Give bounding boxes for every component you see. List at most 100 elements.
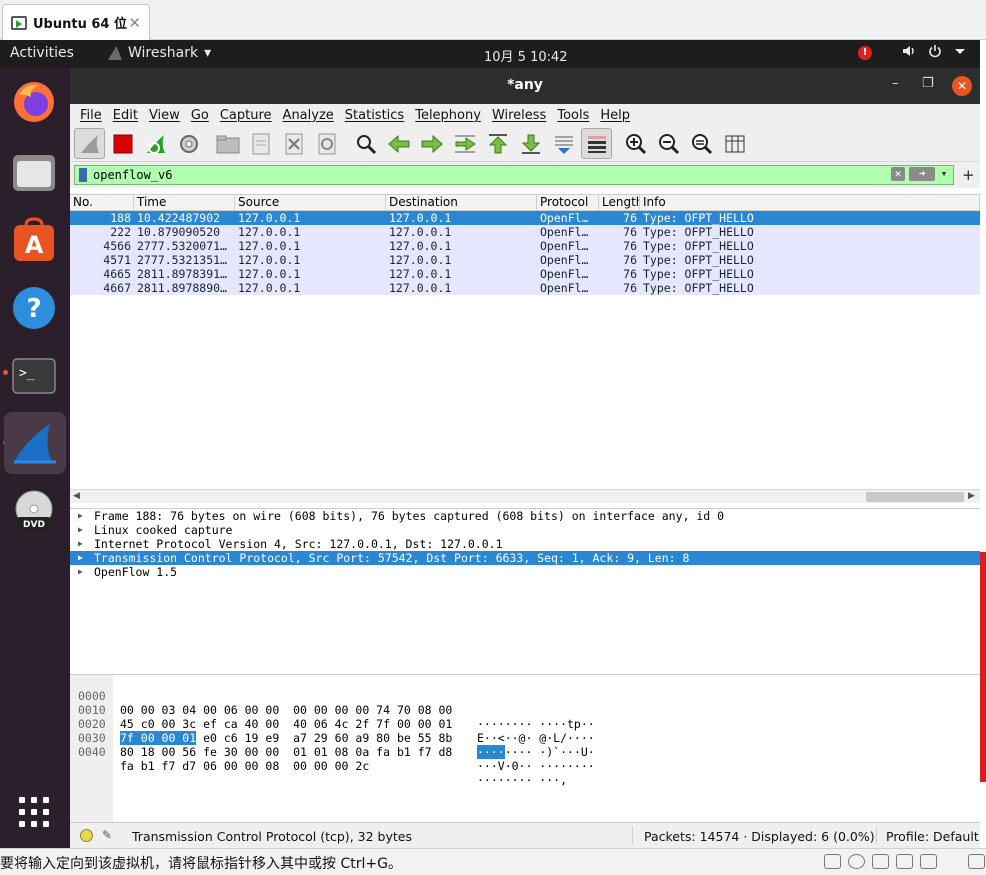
column-info[interactable]: Info [640, 195, 980, 210]
detail-linux-cooked[interactable]: ▶ Linux cooked capture [70, 523, 980, 537]
packet-row[interactable]: 4665 2811.8978391… 127.0.0.1 127.0.0.1 O… [70, 267, 980, 281]
expert-info-icon[interactable] [80, 829, 93, 842]
zoom-out-button[interactable] [653, 128, 684, 159]
help-icon[interactable]: ? [10, 284, 58, 332]
detail-tcp[interactable]: ▶ Transmission Control Protocol, Src Port… [70, 551, 980, 565]
scrollbar-thumb[interactable] [866, 492, 964, 502]
column-protocol[interactable]: Protocol [537, 195, 599, 210]
scroll-right-icon[interactable]: ▶ [968, 491, 975, 501]
column-source[interactable]: Source [235, 195, 386, 210]
bytes-row[interactable]: 0020 7f 00 00 01 e0 c6 19 e9 a7 29 60 a9… [70, 703, 595, 759]
system-tray[interactable] [902, 44, 966, 58]
bytes-row[interactable]: 0030 80 18 00 56 fe 30 00 00 01 01 08 0a… [70, 717, 595, 773]
wireshark-dock-icon[interactable] [4, 412, 66, 474]
activities-button[interactable]: Activities [10, 45, 74, 61]
software-center-icon[interactable]: A [10, 216, 58, 264]
packet-row[interactable]: 4571 2777.5321351… 127.0.0.1 127.0.0.1 O… [70, 253, 980, 267]
normal-size-button[interactable] [686, 128, 717, 159]
menu-view[interactable]: View [149, 108, 180, 123]
column-no[interactable]: No. [70, 195, 134, 210]
detail-frame[interactable]: ▶ Frame 188: 76 bytes on wire (608 bits),… [70, 509, 980, 523]
open-file-button[interactable] [212, 128, 243, 159]
alert-icon[interactable]: ! [858, 46, 872, 60]
first-packet-button[interactable] [482, 128, 513, 159]
detail-openflow[interactable]: ▶ OpenFlow 1.5 [70, 565, 980, 579]
hard-disk-icon[interactable] [824, 854, 841, 869]
folder-icon [216, 135, 239, 153]
bytes-row[interactable]: 0000 00 00 03 04 00 06 00 00 00 00 00 00… [70, 675, 595, 731]
bytes-row[interactable]: 0010 45 c0 00 3c ef ca 40 00 40 06 4c 2f… [70, 689, 595, 745]
colorize-button[interactable] [581, 128, 612, 159]
menu-capture[interactable]: Capture [220, 108, 272, 123]
column-time[interactable]: Time [134, 195, 235, 210]
show-apps-icon[interactable] [10, 788, 58, 836]
packet-length: 76 [623, 253, 637, 267]
restart-capture-button[interactable] [140, 128, 171, 159]
column-destination[interactable]: Destination [386, 195, 537, 210]
packet-row[interactable]: 222 10.879090520 127.0.0.1 127.0.0.1 Ope… [70, 225, 980, 239]
go-to-packet-button[interactable] [449, 128, 480, 159]
close-file-button[interactable] [278, 128, 309, 159]
usb-icon[interactable] [896, 854, 913, 869]
app-menu[interactable]: Wireshark ▾ [108, 45, 211, 61]
autoscroll-button[interactable] [548, 128, 579, 159]
files-icon[interactable] [10, 148, 58, 196]
camera-icon[interactable] [920, 854, 937, 869]
window-titlebar[interactable]: *any – ❐ ✕ [70, 68, 980, 104]
chevron-down-icon[interactable]: ▾ [939, 167, 949, 181]
bookmark-icon[interactable] [79, 168, 87, 182]
menu-file[interactable]: File [80, 108, 102, 123]
stop-capture-button[interactable] [107, 128, 138, 159]
menu-edit[interactable]: Edit [113, 108, 138, 123]
menu-statistics[interactable]: Statistics [345, 108, 404, 123]
column-length[interactable]: Length [599, 195, 640, 210]
detail-ipv4[interactable]: ▶ Internet Protocol Version 4, Src: 127.0… [70, 537, 980, 551]
reload-file-button[interactable] [311, 128, 342, 159]
menu-analyze[interactable]: Analyze [283, 108, 334, 123]
apply-filter-icon[interactable]: ➜ [909, 167, 935, 181]
firefox-icon[interactable] [10, 78, 58, 126]
zoom-in-button[interactable] [620, 128, 651, 159]
expand-arrow-icon[interactable]: ▶ [78, 523, 94, 537]
expand-arrow-icon[interactable]: ▶ [78, 565, 94, 579]
vm-tab-ubuntu[interactable]: Ubuntu 64 位 ✕ [2, 4, 150, 40]
bytes-row[interactable]: 0040 fa b1 f7 d7 06 00 00 08 00 00 00 2c… [70, 731, 567, 787]
close-icon[interactable]: ✕ [128, 14, 141, 32]
capture-options-button[interactable] [173, 128, 204, 159]
scroll-left-icon[interactable]: ◀ [73, 491, 80, 501]
packet-row[interactable]: 4667 2811.8978890… 127.0.0.1 127.0.0.1 O… [70, 281, 980, 295]
save-file-button[interactable] [245, 128, 276, 159]
last-packet-button[interactable] [515, 128, 546, 159]
menu-wireless[interactable]: Wireless [492, 108, 546, 123]
edit-comment-icon[interactable]: ✎ [102, 828, 112, 842]
cd-rom-icon[interactable] [848, 854, 865, 869]
packet-row[interactable]: 4566 2777.5320071… 127.0.0.1 127.0.0.1 O… [70, 239, 980, 253]
clock[interactable]: 10月 5 10:42 [484, 46, 568, 65]
menu-go[interactable]: Go [191, 108, 209, 123]
expand-arrow-icon[interactable]: ▶ [78, 537, 94, 551]
packet-row[interactable]: 188 10.422487902 127.0.0.1 127.0.0.1 Ope… [70, 211, 980, 225]
start-capture-button[interactable] [74, 128, 105, 159]
add-filter-button[interactable]: + [962, 166, 975, 184]
status-profile[interactable]: Profile: Default [886, 829, 979, 844]
menu-tools[interactable]: Tools [557, 108, 589, 123]
minimize-button[interactable]: – [892, 76, 899, 91]
wireshark-window: *any – ❐ ✕ File Edit View Go Capture Ana… [70, 68, 980, 848]
find-packet-button[interactable] [350, 128, 381, 159]
expand-arrow-icon[interactable]: ▶ [78, 509, 94, 523]
window-close-button[interactable]: ✕ [952, 76, 972, 96]
menu-help[interactable]: Help [600, 108, 630, 123]
message-icon[interactable] [968, 854, 985, 869]
go-back-button[interactable] [383, 128, 414, 159]
restore-button[interactable]: ❐ [922, 76, 934, 91]
go-forward-button[interactable] [416, 128, 447, 159]
expand-arrow-icon[interactable]: ▶ [78, 551, 94, 565]
terminal-icon[interactable]: >_ [10, 352, 58, 400]
packet-list-hscrollbar[interactable]: ◀ ▶ [70, 489, 980, 503]
dvd-icon[interactable]: DVD [10, 488, 58, 536]
resize-columns-button[interactable] [719, 128, 750, 159]
clear-filter-icon[interactable]: ✕ [891, 167, 905, 181]
menu-telephony[interactable]: Telephony [415, 108, 481, 123]
display-filter-input[interactable]: openflow_v6 ✕ ➜ ▾ [74, 165, 954, 185]
network-icon[interactable] [872, 854, 889, 869]
